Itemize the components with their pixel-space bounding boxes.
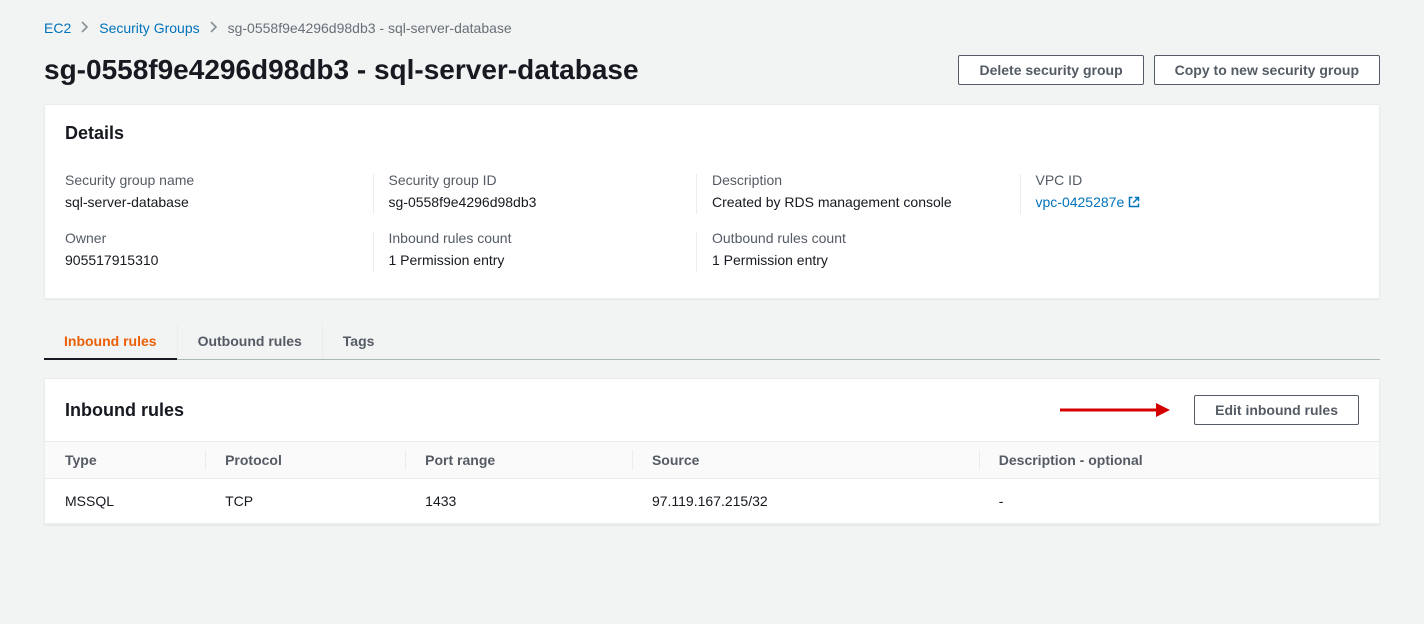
tab-outbound-rules[interactable]: Outbound rules <box>178 323 323 359</box>
outbound-count-value: 1 Permission entry <box>712 252 1016 268</box>
details-panel: Details Security group name sql-server-d… <box>44 104 1380 299</box>
cell-source: 97.119.167.215/32 <box>632 479 979 524</box>
page-title: sg-0558f9e4296d98db3 - sql-server-databa… <box>44 54 639 86</box>
outbound-count-label: Outbound rules count <box>712 230 1016 246</box>
copy-security-group-button[interactable]: Copy to new security group <box>1154 55 1380 85</box>
owner-label: Owner <box>65 230 369 246</box>
chevron-right-icon <box>210 20 218 36</box>
chevron-right-icon <box>81 20 89 36</box>
description-value: Created by RDS management console <box>712 194 1016 210</box>
sg-id-label: Security group ID <box>389 172 693 188</box>
delete-security-group-button[interactable]: Delete security group <box>958 55 1143 85</box>
description-label: Description <box>712 172 1016 188</box>
tabs: Inbound rules Outbound rules Tags <box>44 323 1380 360</box>
sg-id-value: sg-0558f9e4296d98db3 <box>389 194 693 210</box>
col-description[interactable]: Description - optional <box>979 442 1379 479</box>
sg-name-value: sql-server-database <box>65 194 369 210</box>
cell-protocol: TCP <box>205 479 405 524</box>
breadcrumb-current: sg-0558f9e4296d98db3 - sql-server-databa… <box>228 20 512 36</box>
vpc-id-link[interactable]: vpc-0425287e <box>1036 194 1141 210</box>
tab-tags[interactable]: Tags <box>323 323 395 359</box>
breadcrumb: EC2 Security Groups sg-0558f9e4296d98db3… <box>44 20 1380 36</box>
vpc-id-label: VPC ID <box>1036 172 1340 188</box>
inbound-rules-title: Inbound rules <box>65 400 184 421</box>
cell-type: MSSQL <box>45 479 205 524</box>
cell-description: - <box>979 479 1379 524</box>
col-type[interactable]: Type <box>45 442 205 479</box>
arrow-annotation <box>1060 401 1170 419</box>
owner-value: 905517915310 <box>65 252 369 268</box>
header-actions: Delete security group Copy to new securi… <box>958 55 1380 85</box>
sg-name-label: Security group name <box>65 172 369 188</box>
tab-inbound-rules[interactable]: Inbound rules <box>44 323 178 359</box>
details-panel-title: Details <box>45 105 1379 162</box>
table-row: MSSQL TCP 1433 97.119.167.215/32 - <box>45 479 1379 524</box>
inbound-count-value: 1 Permission entry <box>389 252 693 268</box>
breadcrumb-security-groups[interactable]: Security Groups <box>99 20 199 36</box>
edit-inbound-rules-button[interactable]: Edit inbound rules <box>1194 395 1359 425</box>
col-source[interactable]: Source <box>632 442 979 479</box>
col-port[interactable]: Port range <box>405 442 632 479</box>
inbound-rules-panel: Inbound rules Edit inbound rules Type Pr… <box>44 378 1380 525</box>
inbound-rules-table: Type Protocol Port range Source Descript… <box>45 441 1379 524</box>
col-protocol[interactable]: Protocol <box>205 442 405 479</box>
cell-port: 1433 <box>405 479 632 524</box>
external-link-icon <box>1128 196 1140 208</box>
inbound-count-label: Inbound rules count <box>389 230 693 246</box>
breadcrumb-ec2[interactable]: EC2 <box>44 20 71 36</box>
